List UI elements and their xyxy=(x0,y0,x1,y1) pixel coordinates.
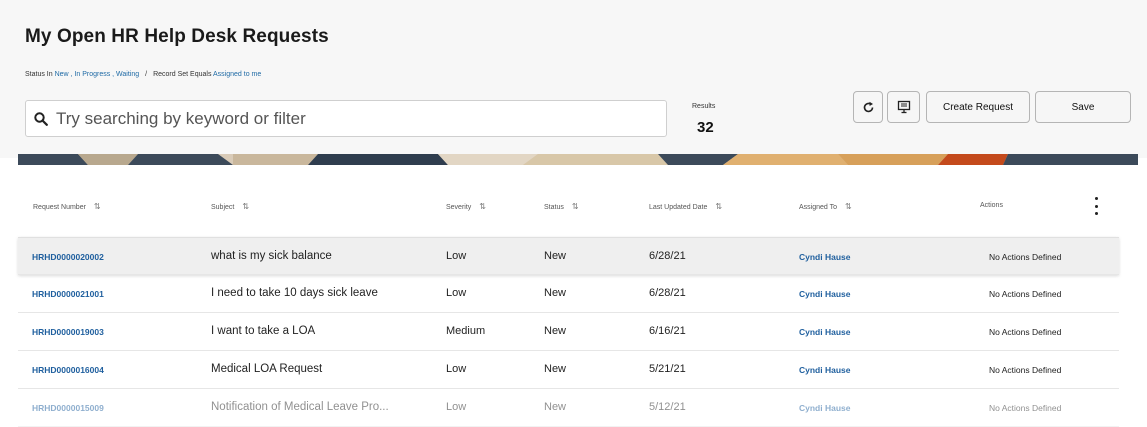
severity-cell: Low xyxy=(446,363,467,375)
table-row[interactable]: HRHD0000016004 Medical LOA Request Low N… xyxy=(18,351,1119,389)
severity-cell: Medium xyxy=(446,325,486,337)
save-button[interactable]: Save xyxy=(1035,91,1131,123)
actions-cell: No Actions Defined xyxy=(989,327,1062,337)
refresh-button[interactable] xyxy=(853,91,883,123)
column-label: Last Updated Date xyxy=(649,204,708,211)
severity-cell: Low xyxy=(446,401,467,413)
results-count: 32 xyxy=(697,119,714,136)
sort-icon[interactable]: ⇅ xyxy=(94,202,101,211)
date-cell: 5/21/21 xyxy=(649,363,686,375)
severity-cell: Low xyxy=(446,287,467,299)
search-box[interactable] xyxy=(25,100,667,137)
search-input[interactable] xyxy=(54,107,648,130)
actions-cell: No Actions Defined xyxy=(989,289,1062,299)
requests-table: Request Number ⇅ Subject ⇅ Severity ⇅ Statu… xyxy=(18,185,1119,427)
column-last-updated-date[interactable]: Last Updated Date ⇅ xyxy=(649,202,722,211)
sort-icon[interactable]: ⇅ xyxy=(845,202,852,211)
column-assigned-to[interactable]: Assigned To ⇅ xyxy=(799,202,852,211)
subject-cell: what is my sick balance xyxy=(211,250,332,262)
date-cell: 6/16/21 xyxy=(649,325,686,337)
request-number-link[interactable]: HRHD0000019003 xyxy=(32,327,104,337)
column-label: Assigned To xyxy=(799,204,838,211)
status-cell: New xyxy=(544,287,567,299)
filter-breadcrumb: Status In New , In Progress , Waiting / Re… xyxy=(25,71,261,78)
subject-cell: I want to take a LOA xyxy=(211,325,316,337)
monitor-icon xyxy=(897,100,910,114)
table-header: Request Number ⇅ Subject ⇅ Severity ⇅ Statu… xyxy=(18,185,1119,231)
more-options-icon[interactable] xyxy=(1089,197,1103,215)
search-icon xyxy=(34,111,48,126)
actions-cell: No Actions Defined xyxy=(989,365,1062,375)
assigned-to-link[interactable]: Cyndi Hause xyxy=(799,289,851,299)
status-cell: New xyxy=(544,363,567,375)
filter-separator: / xyxy=(145,71,148,78)
column-status[interactable]: Status ⇅ xyxy=(544,202,579,211)
date-cell: 6/28/21 xyxy=(649,287,686,299)
subject-cell: Notification of Medical Leave Pro... xyxy=(211,401,389,413)
table-row[interactable]: HRHD0000020002 what is my sick balance L… xyxy=(18,237,1119,275)
table-row[interactable]: HRHD0000019003 I want to take a LOA Medi… xyxy=(18,313,1119,351)
refresh-icon xyxy=(863,101,873,112)
date-cell: 5/12/21 xyxy=(649,401,686,413)
filter-record-value[interactable]: Assigned to me xyxy=(213,71,261,78)
sort-icon[interactable]: ⇅ xyxy=(242,202,249,211)
assigned-to-link[interactable]: Cyndi Hause xyxy=(799,365,851,375)
sort-icon[interactable]: ⇅ xyxy=(572,202,579,211)
filter-status-values[interactable]: New , In Progress , Waiting xyxy=(55,71,140,78)
assigned-to-link[interactable]: Cyndi Hause xyxy=(799,327,851,337)
request-number-link[interactable]: HRHD0000015009 xyxy=(32,403,104,413)
filter-status-prefix: Status In xyxy=(25,71,55,78)
request-number-link[interactable]: HRHD0000016004 xyxy=(32,365,104,375)
monitor-button[interactable] xyxy=(887,91,920,123)
date-cell: 6/28/21 xyxy=(649,250,686,262)
column-request-number[interactable]: Request Number ⇅ xyxy=(33,202,101,211)
status-cell: New xyxy=(544,325,567,337)
column-actions: Actions xyxy=(980,202,1003,209)
column-label: Status xyxy=(544,204,564,211)
request-number-link[interactable]: HRHD0000020002 xyxy=(32,252,104,262)
table-row[interactable]: HRHD0000021001 I need to take 10 days si… xyxy=(18,275,1119,313)
column-label: Subject xyxy=(211,204,235,211)
subject-cell: Medical LOA Request xyxy=(211,363,323,375)
assigned-to-link[interactable]: Cyndi Hause xyxy=(799,403,851,413)
sort-icon[interactable]: ⇅ xyxy=(479,202,486,211)
sort-icon[interactable]: ⇅ xyxy=(715,202,722,211)
filter-record-prefix: Record Set Equals xyxy=(153,71,214,78)
status-cell: New xyxy=(544,401,567,413)
column-severity[interactable]: Severity ⇅ xyxy=(446,202,486,211)
column-subject[interactable]: Subject ⇅ xyxy=(211,202,249,211)
results-label: Results xyxy=(692,103,716,110)
create-request-button[interactable]: Create Request xyxy=(926,91,1030,123)
subject-cell: I need to take 10 days sick leave xyxy=(211,287,378,299)
column-label: Request Number xyxy=(33,204,86,211)
column-label: Severity xyxy=(446,204,472,211)
actions-cell: No Actions Defined xyxy=(989,252,1062,262)
status-cell: New xyxy=(544,250,567,262)
page-title: My Open HR Help Desk Requests xyxy=(25,26,329,47)
assigned-to-link[interactable]: Cyndi Hause xyxy=(799,252,851,262)
table-row[interactable]: HRHD0000015009 Notification of Medical L… xyxy=(18,389,1119,427)
severity-cell: Low xyxy=(446,250,467,262)
column-label: Actions xyxy=(980,202,1003,209)
decorative-banner xyxy=(18,154,1138,165)
request-number-link[interactable]: HRHD0000021001 xyxy=(32,289,104,299)
actions-cell: No Actions Defined xyxy=(989,403,1062,413)
